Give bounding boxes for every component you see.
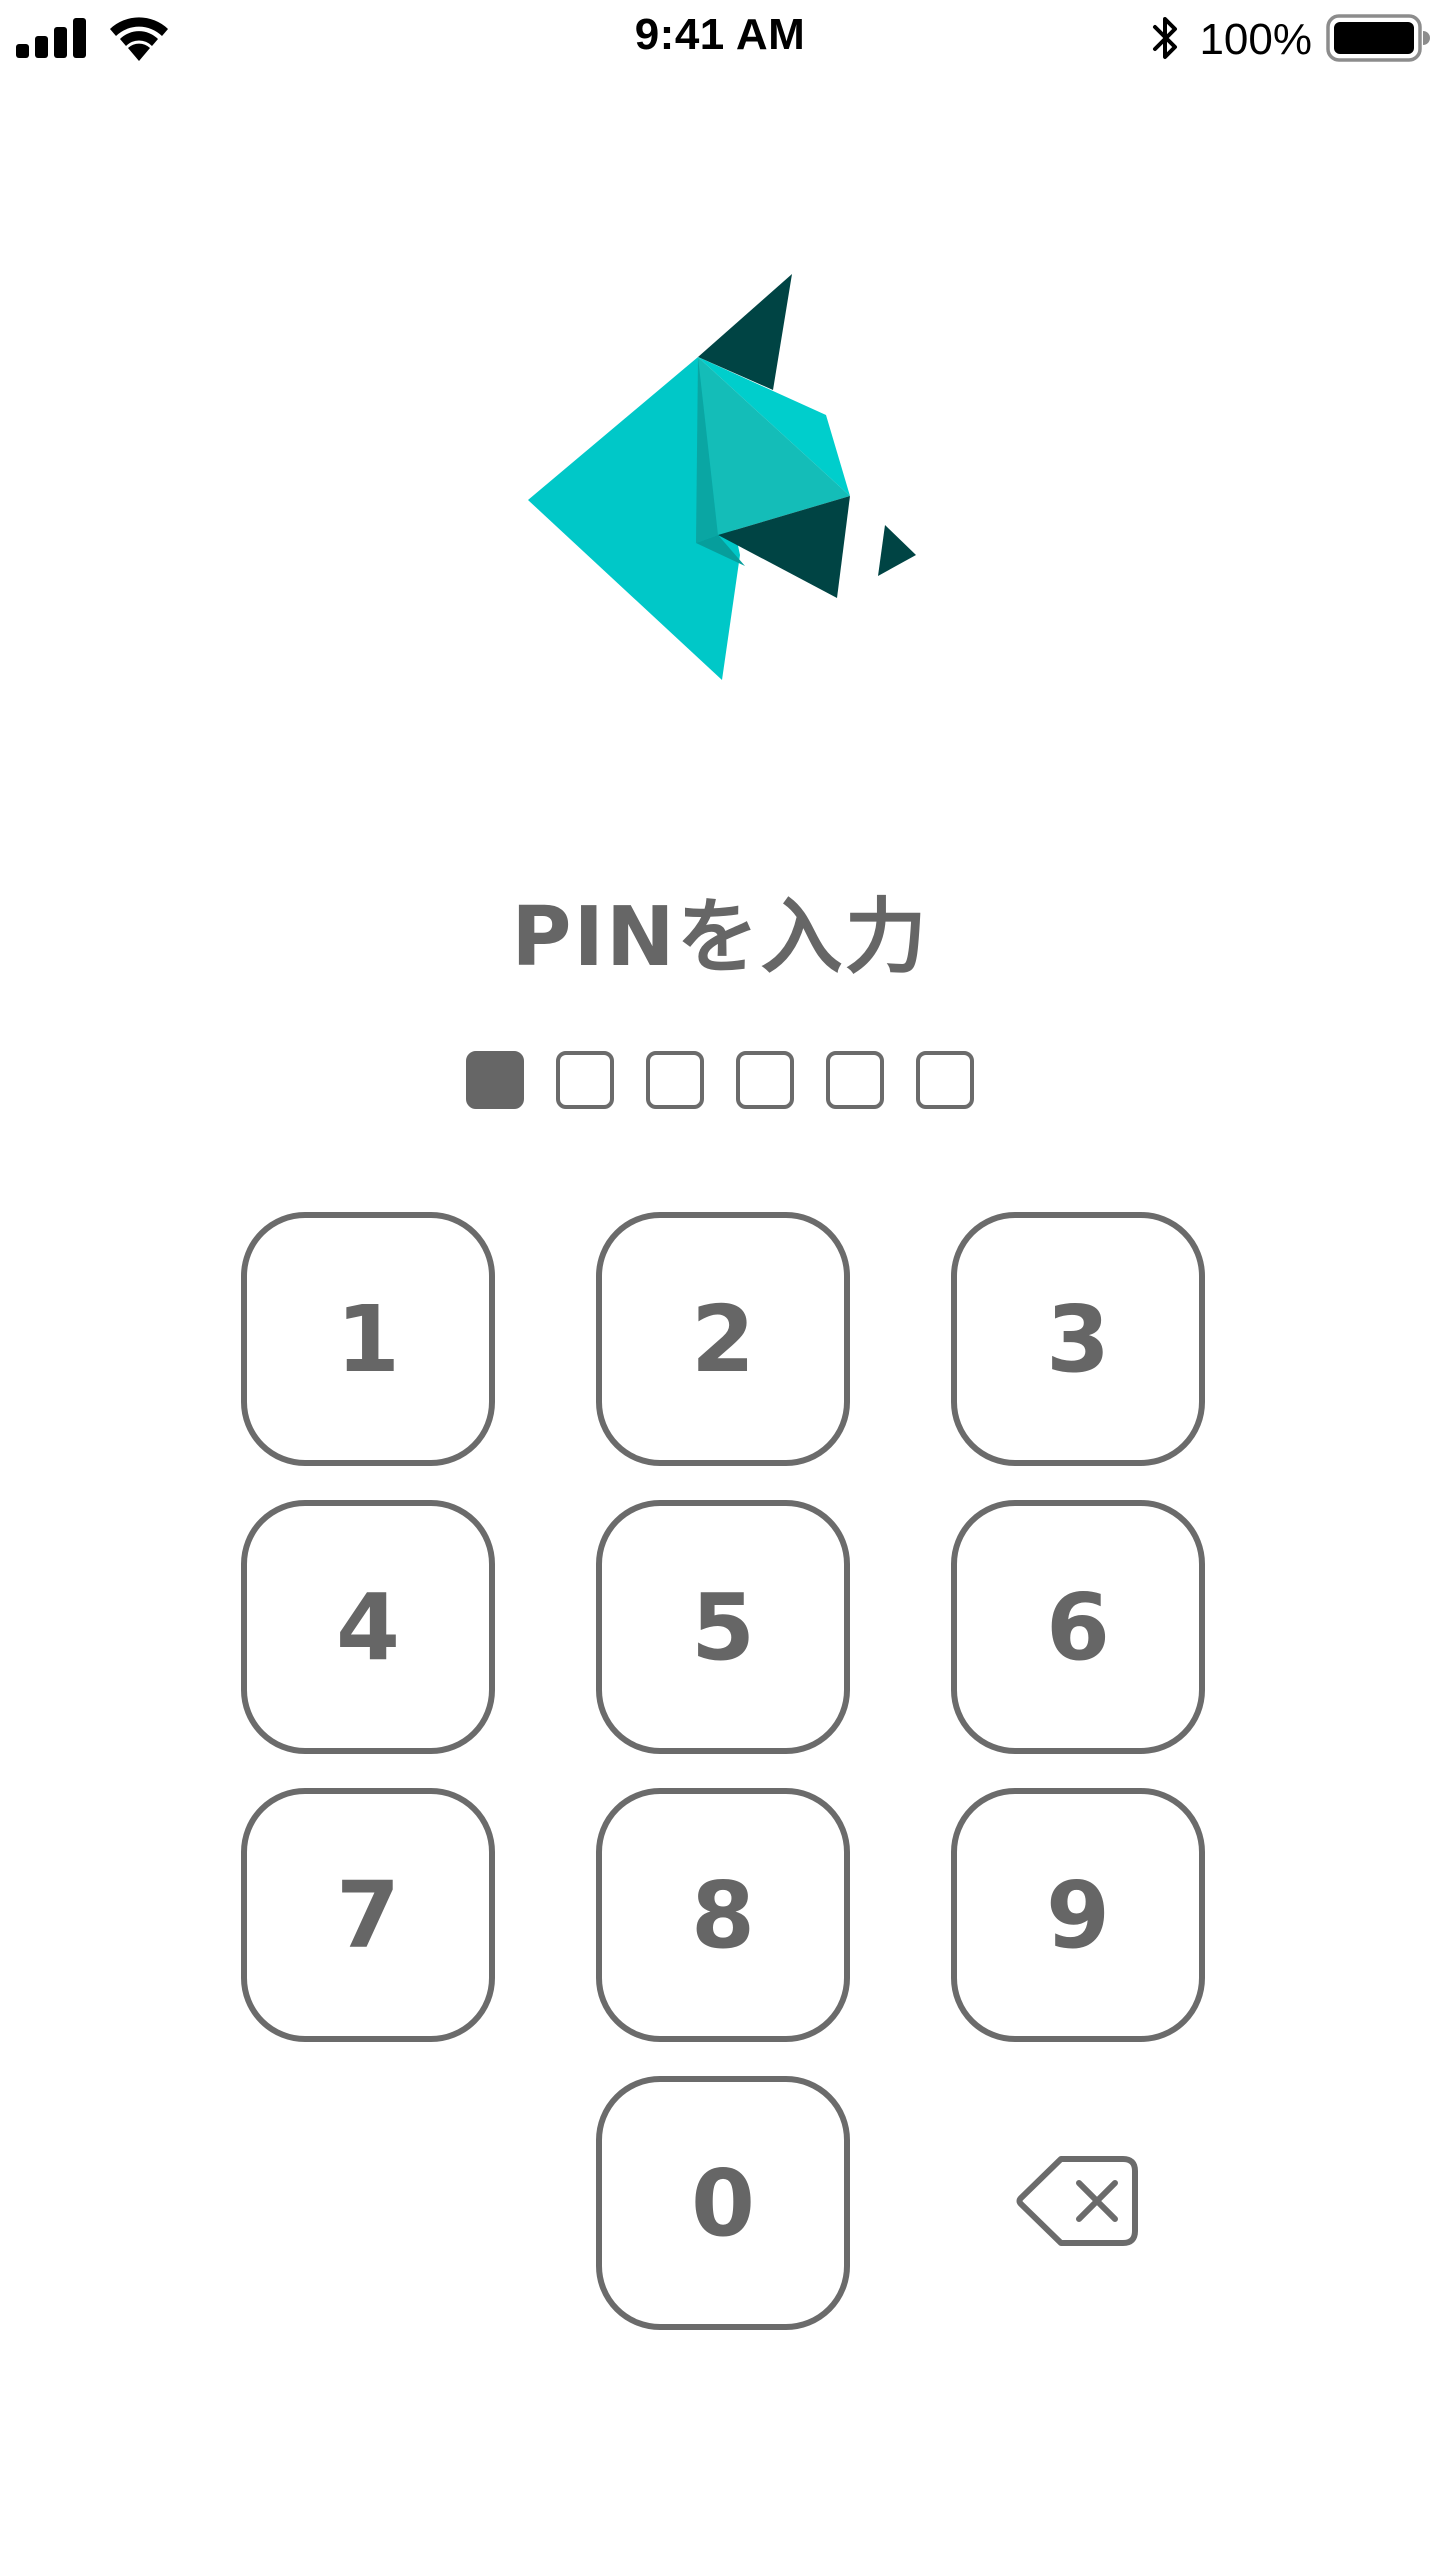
keypad: 1 2 3 4 5 6 7 8 9 0 xyxy=(241,1212,1205,2330)
delete-button[interactable] xyxy=(951,2076,1205,2330)
pin-dot-empty xyxy=(736,1051,794,1109)
key-0[interactable]: 0 xyxy=(596,2076,850,2330)
keypad-spacer xyxy=(241,2076,495,2330)
pin-dot-filled xyxy=(466,1051,524,1109)
key-1[interactable]: 1 xyxy=(241,1212,495,1466)
pin-dot-empty xyxy=(916,1051,974,1109)
key-4[interactable]: 4 xyxy=(241,1500,495,1754)
key-8[interactable]: 8 xyxy=(596,1788,850,2042)
status-bar: 9:41 AM 100% xyxy=(0,0,1440,80)
key-5[interactable]: 5 xyxy=(596,1500,850,1754)
status-bar-right: 100% xyxy=(1151,14,1430,66)
key-6[interactable]: 6 xyxy=(951,1500,1205,1754)
key-9[interactable]: 9 xyxy=(951,1788,1205,2042)
pin-title: PINを入力 xyxy=(511,890,929,985)
pin-indicators xyxy=(0,1051,1440,1109)
key-3[interactable]: 3 xyxy=(951,1212,1205,1466)
pin-dot-empty xyxy=(556,1051,614,1109)
key-2[interactable]: 2 xyxy=(596,1212,850,1466)
key-7[interactable]: 7 xyxy=(241,1788,495,2042)
battery-percent: 100% xyxy=(1199,15,1312,64)
pin-dot-empty xyxy=(826,1051,884,1109)
pin-dot-empty xyxy=(646,1051,704,1109)
backspace-icon xyxy=(1013,2151,1143,2255)
pin-entry-screen: 9:41 AM 100% PINを入力 1 2 3 4 5 6 7 8 9 0 xyxy=(0,0,1440,2560)
battery-icon xyxy=(1326,13,1430,67)
bluetooth-icon xyxy=(1151,13,1181,67)
origami-bird-logo xyxy=(520,268,920,688)
